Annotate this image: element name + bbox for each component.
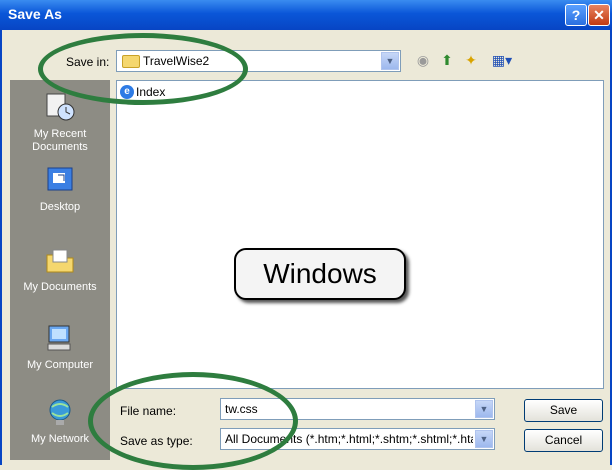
- close-button[interactable]: ✕: [588, 4, 610, 26]
- help-button[interactable]: ?: [565, 4, 587, 26]
- place-label: My Recent Documents: [32, 128, 88, 153]
- my-documents-icon: [46, 249, 74, 273]
- title-bar: Save As ? ✕: [0, 0, 612, 30]
- up-folder-icon[interactable]: ⬆: [438, 51, 456, 69]
- new-folder-icon[interactable]: ✦: [462, 51, 480, 69]
- cancel-button[interactable]: Cancel: [524, 429, 603, 452]
- windows-callout: Windows: [234, 248, 406, 300]
- highlight-ellipse: [88, 372, 298, 470]
- place-my-computer[interactable]: My Computer: [10, 323, 110, 372]
- chevron-down-icon[interactable]: ▼: [475, 400, 493, 418]
- place-my-documents[interactable]: My Documents: [10, 245, 110, 294]
- save-button[interactable]: Save: [524, 399, 603, 422]
- file-list[interactable]: e Index: [116, 80, 604, 389]
- highlight-ellipse: [38, 33, 248, 105]
- place-desktop[interactable]: Desktop: [10, 165, 110, 214]
- back-icon[interactable]: ◉: [414, 51, 432, 69]
- my-network-icon: [49, 399, 71, 425]
- place-label: Desktop: [39, 201, 81, 213]
- place-recent-documents[interactable]: My Recent Documents: [10, 92, 110, 154]
- views-menu-icon[interactable]: ▦▾: [488, 51, 516, 69]
- chevron-down-icon[interactable]: ▼: [381, 52, 399, 70]
- window-title: Save As: [8, 6, 62, 22]
- my-computer-icon: [47, 325, 71, 351]
- desktop-icon: [47, 167, 73, 191]
- place-label: My Documents: [23, 281, 97, 293]
- place-label: My Computer: [26, 359, 94, 371]
- recent-documents-icon: [46, 93, 75, 121]
- chevron-down-icon[interactable]: ▼: [475, 430, 493, 448]
